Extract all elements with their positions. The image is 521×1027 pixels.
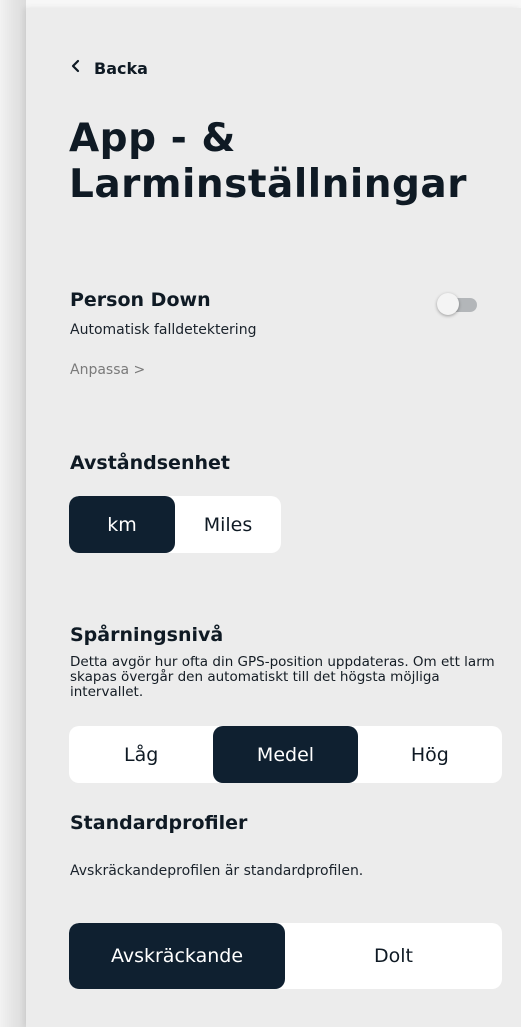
person-down-title: Person Down: [70, 289, 211, 311]
tracking-level-selector: Låg Medel Hög: [69, 726, 502, 783]
tracking-level-title: Spårningsnivå: [70, 624, 224, 646]
tracking-option-low[interactable]: Låg: [69, 726, 213, 783]
person-down-toggle[interactable]: [437, 293, 479, 317]
page-title: App - & Larminställningar: [69, 116, 467, 207]
window-left-edge: [0, 0, 26, 1027]
distance-option-km[interactable]: km: [69, 496, 175, 553]
default-profile-selector: Avskräckande Dolt: [69, 923, 502, 989]
toggle-knob: [437, 293, 459, 315]
customize-link[interactable]: Anpassa >: [70, 362, 145, 378]
tracking-option-high[interactable]: Hög: [358, 726, 502, 783]
profile-option-hidden[interactable]: Dolt: [285, 923, 502, 989]
person-down-subtitle: Automatisk falldetektering: [70, 322, 257, 338]
back-label: Backa: [94, 58, 148, 78]
distance-option-miles[interactable]: Miles: [175, 496, 281, 553]
default-profiles-title: Standardprofiler: [70, 812, 248, 834]
default-profiles-description: Avskräckandeprofilen är standardprofilen…: [70, 863, 364, 879]
back-button[interactable]: Backa: [70, 58, 148, 78]
chevron-left-icon: [70, 58, 82, 78]
distance-unit-selector: km Miles: [69, 496, 281, 553]
window-top-edge: [0, 0, 521, 8]
distance-unit-title: Avståndsenhet: [70, 452, 230, 474]
profile-option-deterrent[interactable]: Avskräckande: [69, 923, 285, 989]
tracking-option-medium[interactable]: Medel: [213, 726, 358, 783]
tracking-level-description: Detta avgör hur ofta din GPS-position up…: [70, 654, 495, 700]
